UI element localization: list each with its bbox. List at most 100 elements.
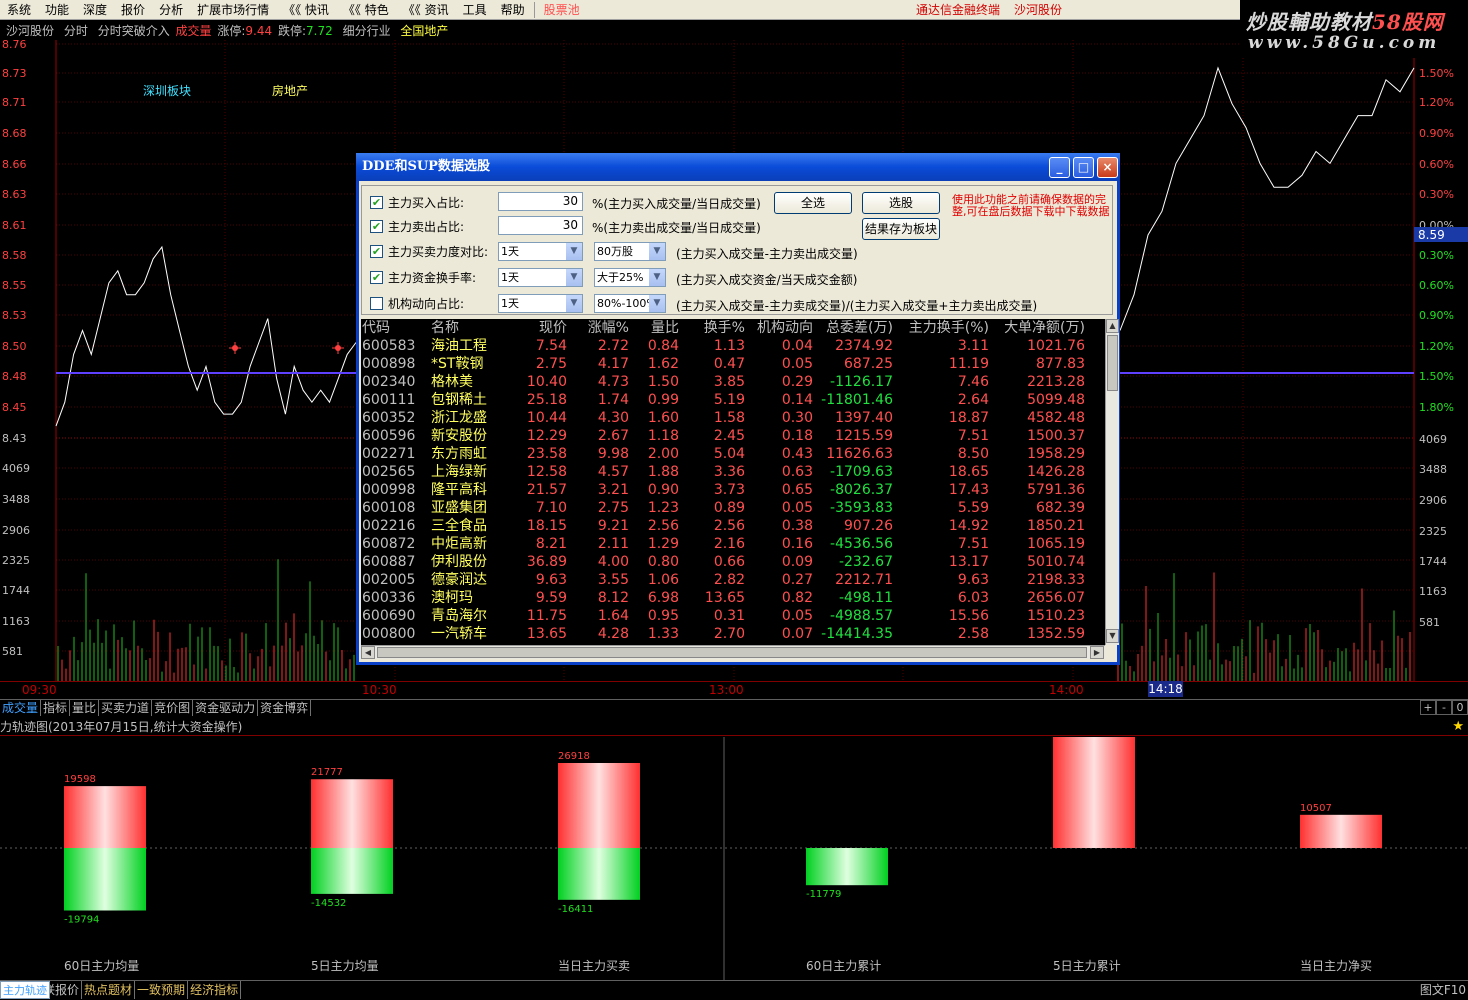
chevron-down-icon[interactable]: ▼ <box>566 243 582 260</box>
force-amount-select[interactable]: 80万股 ▼ <box>594 242 666 261</box>
table-row[interactable]: 002340 格林美 10.40 4.73 1.50 3.85 0.29 -1126.17 7.… <box>361 373 1105 391</box>
menu-extended-market[interactable]: 扩展市场行情 <box>190 0 276 20</box>
select-all-button[interactable]: 全选 <box>774 192 852 214</box>
tab-consensus[interactable]: 一致预期 <box>135 981 189 999</box>
col-name[interactable]: 名称 <box>431 319 523 337</box>
buy-ratio-checkbox[interactable]: ✔ <box>370 195 383 209</box>
star-icon[interactable]: ★ <box>1452 719 1464 734</box>
pct-axis-label: 2906 <box>1419 494 1447 507</box>
col-turnover[interactable]: 换手% <box>679 319 745 337</box>
sell-ratio-input[interactable]: 30 <box>498 216 583 235</box>
chevron-down-icon[interactable]: ▼ <box>649 243 665 260</box>
table-row[interactable]: 000998 隆平高科 21.57 3.21 0.90 3.73 0.65 -8026.37 1… <box>361 481 1105 499</box>
indicator-name[interactable]: 分时突破介入 <box>98 24 170 38</box>
scroll-thumb[interactable] <box>377 647 1087 658</box>
table-cell: -498.11 <box>838 590 893 606</box>
institution-period-select[interactable]: 1天 ▼ <box>498 294 583 313</box>
menu-features[interactable]: 《《 特色 <box>336 0 396 20</box>
col-volume-ratio[interactable]: 量比 <box>629 319 679 337</box>
menu-system[interactable]: 系统 <box>0 0 38 20</box>
menu-info[interactable]: 《《 资讯 <box>396 0 456 20</box>
table-cell: 8.12 <box>597 590 629 606</box>
close-icon[interactable]: × <box>1097 157 1118 178</box>
scroll-right-icon[interactable]: ▶ <box>1090 646 1104 659</box>
maximize-icon[interactable]: □ <box>1073 157 1094 178</box>
chevron-down-icon[interactable]: ▼ <box>649 269 665 286</box>
menu-flash-news[interactable]: 《《 快讯 <box>276 0 336 20</box>
table-row[interactable]: 000800 一汽轿车 13.65 4.28 1.33 2.70 0.07 -14414.35… <box>361 625 1105 643</box>
tab-fund-game[interactable]: 资金博弈 <box>258 700 312 716</box>
scroll-up-icon[interactable]: ▲ <box>1106 319 1119 333</box>
col-code[interactable]: 代码 <box>361 319 431 337</box>
minimize-icon[interactable]: _ <box>1049 157 1070 178</box>
menu-help[interactable]: 帮助 <box>494 0 532 20</box>
chevron-down-icon[interactable]: ▼ <box>649 295 665 312</box>
tab-indicator[interactable]: 指标 <box>41 700 71 716</box>
tab-auction-chart[interactable]: 竞价图 <box>152 700 194 716</box>
turnover-period-select[interactable]: 1天 ▼ <box>498 268 583 287</box>
table-row[interactable]: 600108 亚盛集团 7.10 2.75 1.23 0.89 0.05 -3593.83 5.… <box>361 499 1105 517</box>
menu-quote[interactable]: 报价 <box>114 0 152 20</box>
block-label-realestate[interactable]: 房地产 <box>272 83 308 98</box>
scroll-down-icon[interactable]: ▼ <box>1106 629 1119 643</box>
buy-ratio-input[interactable]: 30 <box>498 192 583 211</box>
reset-button[interactable]: 0 <box>1452 700 1468 715</box>
table-cell: 2.70 <box>713 626 745 642</box>
table-row[interactable]: 000898 *ST鞍钢 2.75 4.17 1.62 0.47 0.05 687.25 11.… <box>361 355 1105 373</box>
horizontal-scrollbar[interactable]: ◀ ▶ <box>361 645 1105 659</box>
col-big-order-net[interactable]: 大单净额(万) <box>989 319 1085 337</box>
tab-volume-ratio[interactable]: 量比 <box>70 700 100 716</box>
chevron-down-icon[interactable]: ▼ <box>566 295 582 312</box>
tab-hot-topics[interactable]: 热点题材 <box>82 981 136 999</box>
table-row[interactable]: 600596 新安股份 12.29 2.67 1.18 2.45 0.18 1215.59 7.… <box>361 427 1105 445</box>
table-row[interactable]: 600111 包钢稀土 25.18 1.74 0.99 5.19 0.14 -11801.46… <box>361 391 1105 409</box>
f10-button[interactable]: 图文F10 <box>1420 981 1466 999</box>
tab-volume[interactable]: 成交量 <box>0 700 42 716</box>
zoom-out-button[interactable]: - <box>1436 700 1452 715</box>
institution-checkbox[interactable] <box>370 296 383 310</box>
tab-economic-indicators[interactable]: 经济指标 <box>188 981 242 999</box>
scroll-thumb[interactable] <box>1107 335 1118 391</box>
table-row[interactable]: 600690 青岛海尔 11.75 1.64 0.95 0.31 0.05 -4988.57 1… <box>361 607 1105 625</box>
scroll-left-icon[interactable]: ◀ <box>361 646 375 659</box>
pick-stocks-button[interactable]: 选股 <box>862 192 940 214</box>
table-cell: 25.18 <box>526 392 567 408</box>
fund-turnover-checkbox[interactable]: ✔ <box>370 270 383 284</box>
chevron-down-icon[interactable]: ▼ <box>566 269 582 286</box>
col-main-turnover[interactable]: 主力换手(%) <box>893 319 989 337</box>
table-row[interactable]: 002005 德豪润达 9.63 3.55 1.06 2.82 0.27 2212.71 9.6… <box>361 571 1105 589</box>
sell-ratio-checkbox[interactable]: ✔ <box>370 219 383 233</box>
menu-analysis[interactable]: 分析 <box>152 0 190 20</box>
negative-bar <box>311 848 393 894</box>
vertical-scrollbar[interactable]: ▲ ▼ <box>1105 319 1119 645</box>
menu-tools[interactable]: 工具 <box>456 0 494 20</box>
col-change[interactable]: 涨幅% <box>567 319 629 337</box>
table-row[interactable]: 600352 浙江龙盛 10.44 4.30 1.60 1.58 0.30 1397.40 18… <box>361 409 1105 427</box>
chart-mode[interactable]: 分时 <box>64 24 88 38</box>
institution-range-select[interactable]: 80%-100% ▼ <box>594 294 666 313</box>
table-row[interactable]: 600336 澳柯玛 9.59 8.12 6.98 13.65 0.82 -498.11 6.0… <box>361 589 1105 607</box>
menu-depth[interactable]: 深度 <box>76 0 114 20</box>
table-row[interactable]: 002271 东方雨虹 23.58 9.98 2.00 5.04 0.43 11626.63 8… <box>361 445 1105 463</box>
tab-buy-sell-force[interactable]: 买卖力道 <box>99 700 153 716</box>
tab-fund-drive[interactable]: 资金驱动力 <box>193 700 259 716</box>
table-row[interactable]: 600872 中炬高新 8.21 2.11 1.29 2.16 0.16 -4536.56 7.… <box>361 535 1105 553</box>
positive-value: 21777 <box>311 767 343 778</box>
block-label-shenzhen[interactable]: 深圳板块 <box>143 84 191 98</box>
table-row[interactable]: 002565 上海绿新 12.58 4.57 1.88 3.36 0.63 -1709.63 1… <box>361 463 1105 481</box>
table-row[interactable]: 002216 三全食品 18.15 9.21 2.56 2.56 0.38 907.26 14.… <box>361 517 1105 535</box>
table-row[interactable]: 600887 伊利股份 36.89 4.00 0.80 0.66 0.09 -232.67 13… <box>361 553 1105 571</box>
menu-function[interactable]: 功能 <box>38 0 76 20</box>
menu-stock-pool[interactable]: 股票池 <box>537 0 587 20</box>
turnover-threshold-select[interactable]: 大于25% ▼ <box>594 268 666 287</box>
zoom-in-button[interactable]: + <box>1420 700 1436 715</box>
col-institution[interactable]: 机构动向 <box>745 319 813 337</box>
force-compare-checkbox[interactable]: ✔ <box>370 244 383 258</box>
col-price[interactable]: 现价 <box>523 319 567 337</box>
table-cell: 1.13 <box>713 338 745 354</box>
tab-main-force-track[interactable]: 主力轨迹 <box>0 981 50 999</box>
force-period-select[interactable]: 1天 ▼ <box>498 242 583 261</box>
save-as-block-button[interactable]: 结果存为板块 <box>862 218 940 240</box>
col-order-diff[interactable]: 总委差(万) <box>813 319 893 337</box>
table-row[interactable]: 600583 海油工程 7.54 2.72 0.84 1.13 0.04 2374.92 3.1… <box>361 337 1105 355</box>
